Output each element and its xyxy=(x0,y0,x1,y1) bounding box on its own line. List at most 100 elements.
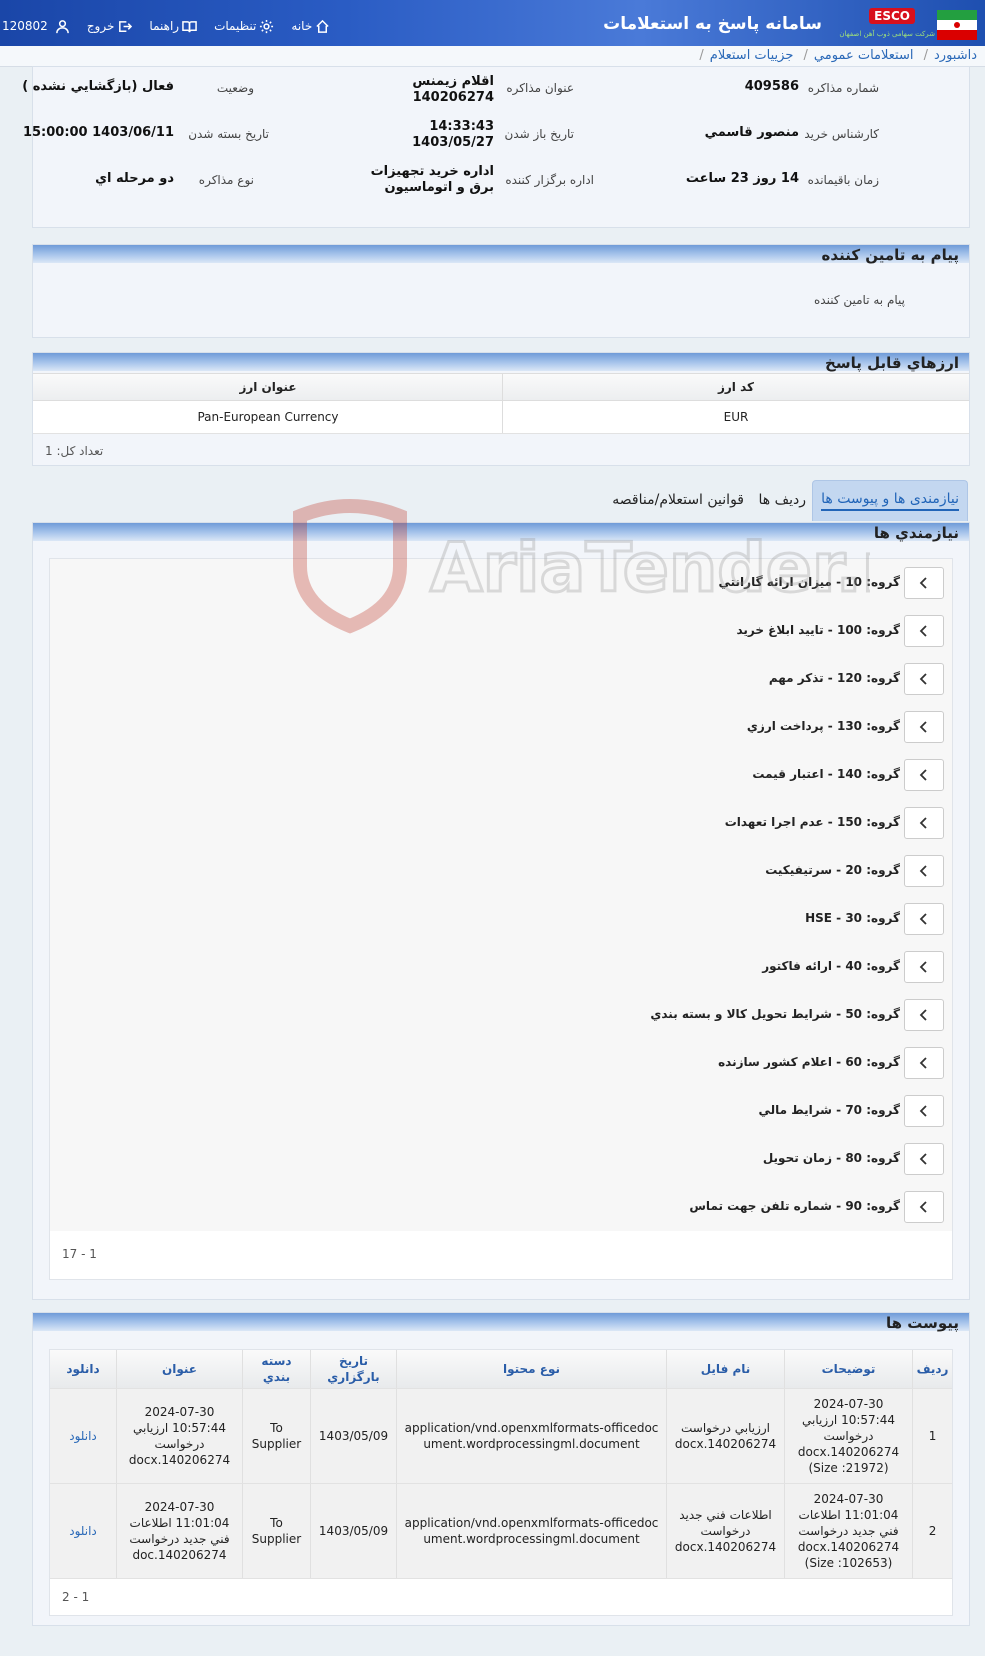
app-title: سامانه پاسخ به استعلامات xyxy=(603,14,822,34)
settings-label: تنظیمات xyxy=(214,19,257,33)
attachments-title: پيوست ها xyxy=(885,1314,959,1332)
requirement-group-label: گروه: 140 - اعتبار قيمت xyxy=(752,767,900,781)
requirement-group-row[interactable]: گروه: 60 - اعلام کشور سازنده xyxy=(50,1039,952,1088)
col-title[interactable]: عنوان xyxy=(116,1350,242,1388)
gear-icon xyxy=(260,19,274,33)
col-content-type[interactable]: نوع محتوا xyxy=(396,1350,666,1388)
chevron-left-icon[interactable] xyxy=(904,1047,944,1079)
currencies-count-text: تعداد کل: 1 xyxy=(45,444,104,458)
col-currency-code[interactable]: كد ارز xyxy=(502,374,969,400)
requirement-group-label: گروه: 60 - اعلام کشور سازنده xyxy=(718,1055,900,1069)
chevron-left-icon[interactable] xyxy=(904,1191,944,1223)
section-header xyxy=(33,523,969,541)
requirement-group-row[interactable]: گروه: 70 - شرايط مالي xyxy=(50,1087,952,1136)
row-number: 1 xyxy=(912,1389,952,1483)
chevron-left-icon[interactable] xyxy=(904,903,944,935)
home-icon xyxy=(316,19,329,33)
negotiation-title-label: عنوان مذاکره xyxy=(506,81,574,95)
chevron-left-icon[interactable] xyxy=(904,1095,944,1127)
col-file-name[interactable]: نام فايل xyxy=(666,1350,784,1388)
negotiation-type-label: نوع مذاکره xyxy=(198,173,254,187)
buyer-value: منصور قاسمي xyxy=(704,125,799,140)
negotiation-title: اقلام زيمنس 140206274 xyxy=(412,74,494,105)
chevron-left-icon[interactable] xyxy=(904,999,944,1031)
table-row[interactable]: EUR Pan-European Currency xyxy=(33,401,969,434)
requirement-group-label: گروه: 90 - شماره تلفن جهت تماس xyxy=(689,1199,900,1213)
row-upload-date: 1403/05/09 xyxy=(310,1484,396,1578)
esco-badge: ESCO xyxy=(869,8,915,24)
requirement-group-label: گروه: 100 - تاييد ابلاغ خريد xyxy=(736,623,900,637)
breadcrumb-public-inquiries[interactable]: استعلامات عمومي xyxy=(814,48,914,63)
logout-button[interactable]: خروج xyxy=(87,19,136,34)
tab-rules[interactable]: قوانين استعلام/مناقصه xyxy=(612,480,744,520)
attachments-count: 1 - 2 xyxy=(62,1590,90,1604)
supplier-message-panel: پیام به تامین کننده پیام به تامین کننده xyxy=(32,244,970,338)
requirement-group-row[interactable]: گروه: 120 - تذکر مهم xyxy=(50,655,952,704)
requirement-group-row[interactable]: گروه: 10 - ميزان ارائه گارانتي xyxy=(50,559,952,608)
download-link[interactable]: دانلود xyxy=(50,1389,116,1483)
breadcrumb: داشبورد/ استعلامات عمومي/ جزييات استعلام… xyxy=(0,46,985,67)
col-category[interactable]: دسته بندي xyxy=(242,1350,310,1388)
col-currency-name[interactable]: عنوان ارز xyxy=(34,374,502,400)
top-menu: 120802 خروج راهنما تنظیمات خانه xyxy=(0,16,347,36)
currencies-panel: ارزهاي قابل پاسخ كد ارز عنوان ارز EUR Pa… xyxy=(32,352,970,466)
table-header: رديف توضيحات نام فايل نوع محتوا تاريخ با… xyxy=(50,1350,952,1389)
tab-requirements-attachments[interactable]: نیازمندی ها و پیوست ها xyxy=(812,480,968,521)
table-row[interactable]: 1 2024-07-30 10:57:44 ارزيابي درخواست do… xyxy=(50,1389,952,1484)
col-download[interactable]: دانلود xyxy=(50,1350,116,1388)
detail-tabs: نیازمندی ها و پیوست ها رديف ها قوانين اس… xyxy=(32,480,968,522)
requirement-group-row[interactable]: گروه: 100 - تاييد ابلاغ خريد xyxy=(50,607,952,656)
breadcrumb-dashboard[interactable]: داشبورد xyxy=(934,48,977,63)
requirement-group-row[interactable]: گروه: 90 - شماره تلفن جهت تماس xyxy=(50,1183,952,1232)
chevron-left-icon[interactable] xyxy=(904,855,944,887)
chevron-left-icon[interactable] xyxy=(904,663,944,695)
requirement-group-label: گروه: 10 - ميزان ارائه گارانتي xyxy=(718,575,900,589)
organizer-label: اداره برگزار كننده xyxy=(505,173,594,187)
requirement-group-row[interactable]: گروه: 30 - HSE xyxy=(50,895,952,944)
logout-label: خروج xyxy=(86,19,115,33)
home-button[interactable]: خانه xyxy=(291,19,333,34)
requirement-group-row[interactable]: گروه: 40 - ارائه فاکتور xyxy=(50,943,952,992)
chevron-left-icon[interactable] xyxy=(904,951,944,983)
chevron-left-icon[interactable] xyxy=(904,1143,944,1175)
currencies-count: تعداد کل: 1 xyxy=(33,439,969,463)
chevron-left-icon[interactable] xyxy=(904,759,944,791)
row-description: 2024-07-30 10:57:44 ارزيابي درخواست docx… xyxy=(784,1389,912,1483)
settings-button[interactable]: تنظیمات xyxy=(214,19,277,34)
top-bar: ESCO شرکت سهامی ذوب آهن اصفهان سامانه پا… xyxy=(0,0,985,46)
help-button[interactable]: راهنما xyxy=(149,19,200,34)
attachments-table: رديف توضيحات نام فايل نوع محتوا تاريخ با… xyxy=(49,1349,953,1616)
requirement-group-row[interactable]: گروه: 50 - شرايط تحويل کالا و بسته بندي xyxy=(50,991,952,1040)
open-date-value: 14:33:43 1403/05/27 xyxy=(412,119,494,150)
requirements-title: نیازمندي ها xyxy=(873,524,959,542)
row-upload-date: 1403/05/09 xyxy=(310,1389,396,1483)
requirement-group-label: گروه: 30 - HSE xyxy=(805,911,900,925)
tab-label: قوانين استعلام/مناقصه xyxy=(612,492,744,508)
chevron-left-icon[interactable] xyxy=(904,567,944,599)
chevron-left-icon[interactable] xyxy=(904,807,944,839)
requirement-group-label: گروه: 70 - شرايط مالي xyxy=(758,1103,900,1117)
requirement-group-label: گروه: 20 - سرتيفيکيت xyxy=(765,863,900,877)
status-label: وضعيت xyxy=(216,81,254,95)
row-category: To Supplier xyxy=(242,1389,310,1483)
remaining-time-label: زمان باقيمانده xyxy=(807,173,879,187)
esco-logo: ESCO شرکت سهامی ذوب آهن اصفهان xyxy=(835,8,935,42)
currency-code: EUR xyxy=(502,401,969,433)
user-icon[interactable] xyxy=(52,19,73,34)
requirement-group-row[interactable]: گروه: 150 - عدم اجرا تعهدات xyxy=(50,799,952,848)
tab-rows[interactable]: رديف ها xyxy=(759,480,806,520)
download-link[interactable]: دانلود xyxy=(50,1484,116,1578)
table-row[interactable]: 2 2024-07-30 11:01:04 اطلاعات فني جديد د… xyxy=(50,1484,952,1579)
book-icon xyxy=(182,20,197,32)
requirement-group-row[interactable]: گروه: 80 - زمان تحويل xyxy=(50,1135,952,1184)
requirement-group-row[interactable]: گروه: 130 - پرداخت ارزي xyxy=(50,703,952,752)
chevron-left-icon[interactable] xyxy=(904,615,944,647)
requirement-group-row[interactable]: گروه: 20 - سرتيفيکيت xyxy=(50,847,952,896)
requirements-list: گروه: 10 - ميزان ارائه گارانتي گروه: 100 … xyxy=(49,558,953,1280)
breadcrumb-inquiry-details[interactable]: جزييات استعلام xyxy=(710,48,794,63)
requirement-group-row[interactable]: گروه: 140 - اعتبار قيمت xyxy=(50,751,952,800)
col-description[interactable]: توضيحات xyxy=(784,1350,912,1388)
chevron-left-icon[interactable] xyxy=(904,711,944,743)
col-row[interactable]: رديف xyxy=(912,1350,952,1388)
col-upload-date[interactable]: تاريخ بارگزاري xyxy=(310,1350,396,1388)
